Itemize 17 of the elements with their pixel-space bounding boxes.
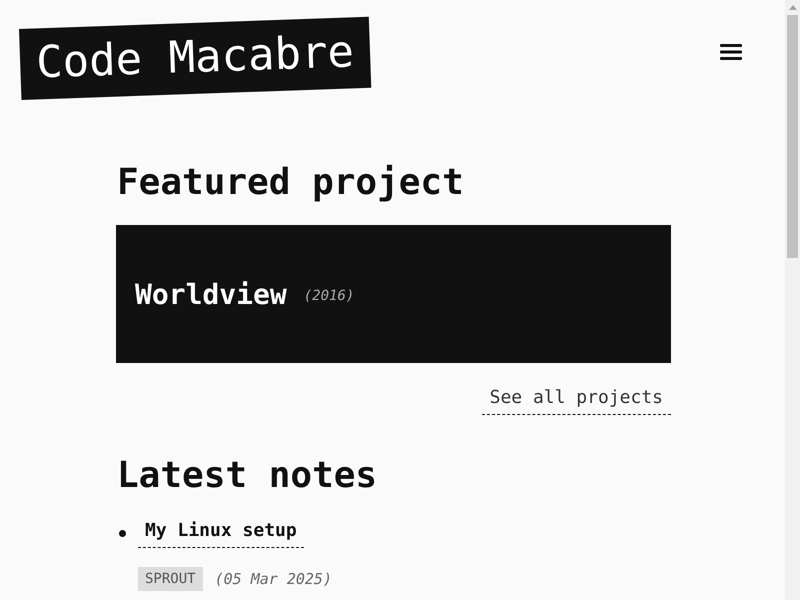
note-date: (05 Mar 2025) [214, 570, 332, 588]
project-title[interactable]: Worldview [135, 278, 287, 310]
menu-button[interactable] [720, 44, 742, 60]
bullet-icon [119, 530, 126, 537]
see-all-projects-link[interactable]: See all projects [482, 386, 671, 415]
scroll-up-arrow-icon[interactable] [788, 5, 796, 10]
scrollbar-thumb[interactable] [787, 15, 798, 258]
note-tag: SPROUT [138, 567, 203, 591]
project-year: (2016) [304, 288, 354, 304]
section-heading: Latest notes [116, 454, 378, 498]
site-title[interactable]: Code Macabre [35, 26, 355, 90]
site-logo[interactable]: Code Macabre [19, 16, 372, 100]
note-title-link[interactable]: My Linux setup [138, 519, 304, 548]
section-heading: Featured project [116, 161, 465, 205]
menu-icon [720, 44, 742, 60]
featured-project-card[interactable]: Worldview (2016) [116, 225, 671, 363]
scrollbar[interactable] [785, 0, 800, 600]
